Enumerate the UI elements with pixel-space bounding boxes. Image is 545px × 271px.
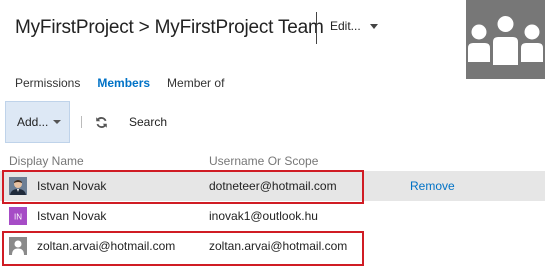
edit-menu-label: Edit... [330, 19, 361, 33]
default-person-icon [9, 237, 27, 255]
table-row[interactable]: IN Istvan Novak inovak1@outlook.hu [0, 201, 545, 231]
chevron-down-icon [369, 23, 378, 29]
photo-avatar-icon [9, 177, 27, 195]
page-title: MyFirstProject > MyFirstProject Team [15, 17, 324, 38]
add-button[interactable]: Add... [5, 101, 70, 143]
row-display-name: zoltan.arvai@hotmail.com [37, 239, 176, 253]
column-header-display-name[interactable]: Display Name [9, 154, 84, 168]
tab-permissions[interactable]: Permissions [15, 76, 80, 90]
tab-bar: Permissions Members Member of [15, 76, 241, 90]
table-row[interactable]: Istvan Novak dotneteer@hotmail.com Remov… [0, 171, 545, 201]
table-row[interactable]: zoltan.arvai@hotmail.com zoltan.arvai@ho… [0, 231, 545, 261]
row-username: zoltan.arvai@hotmail.com [209, 239, 348, 253]
row-username: dotneteer@hotmail.com [209, 179, 337, 193]
add-button-label: Add... [17, 115, 49, 129]
avatar-initials: IN [14, 213, 22, 222]
toolbar-divider [81, 116, 82, 128]
tab-members[interactable]: Members [97, 76, 150, 90]
chevron-down-icon [53, 120, 62, 124]
row-display-name: Istvan Novak [37, 209, 107, 223]
tab-member-of[interactable]: Member of [167, 76, 224, 90]
column-header-username[interactable]: Username Or Scope [209, 154, 318, 168]
edit-menu[interactable]: Edit... [330, 19, 378, 33]
row-display-name: Istvan Novak [37, 179, 107, 193]
row-username: inovak1@outlook.hu [209, 209, 318, 223]
refresh-icon[interactable] [93, 114, 109, 130]
initials-avatar-icon: IN [9, 207, 27, 225]
remove-link[interactable]: Remove [410, 179, 455, 193]
team-avatar [466, 0, 545, 79]
title-divider [316, 12, 317, 44]
team-icon [468, 14, 543, 67]
search-button[interactable]: Search [129, 115, 167, 129]
toolbar: Add... Search [5, 101, 540, 143]
